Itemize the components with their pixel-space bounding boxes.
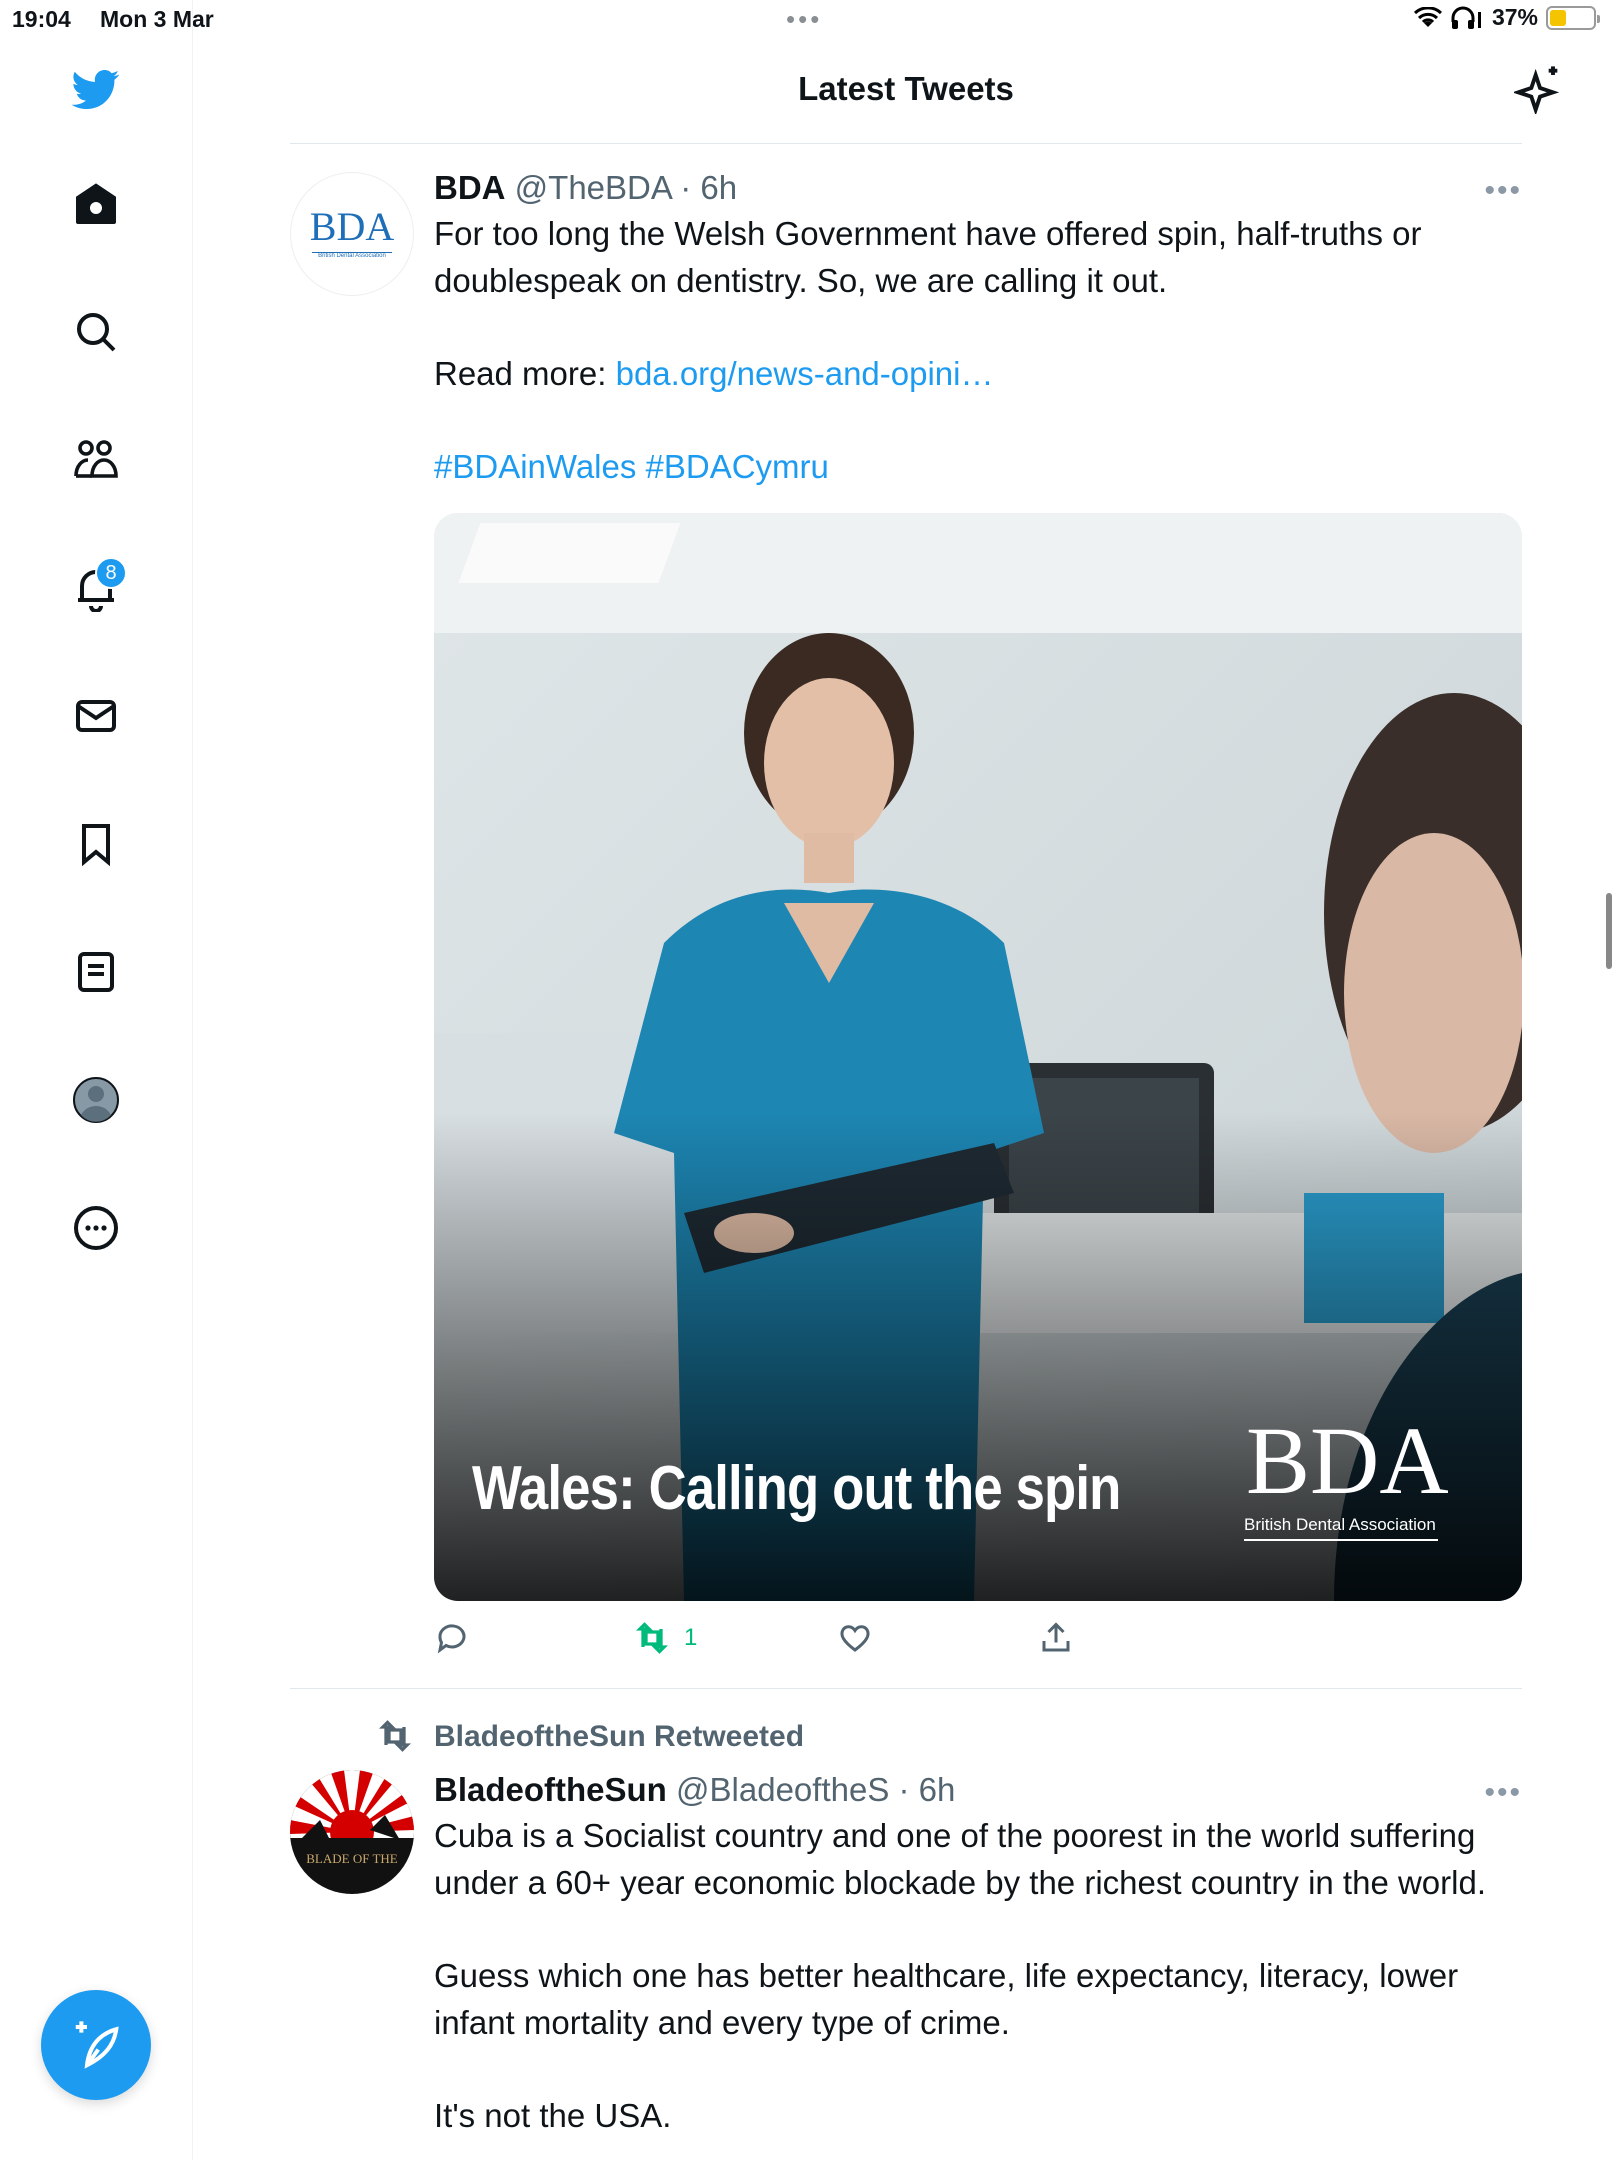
- scrollbar[interactable]: [1606, 893, 1612, 969]
- multitasking-dots-icon[interactable]: •••: [786, 4, 822, 35]
- home-icon[interactable]: [65, 173, 127, 235]
- author-name[interactable]: BladeoftheSun: [434, 1771, 667, 1808]
- tweet[interactable]: BDA British Dental Association BDA @TheB…: [290, 160, 1522, 1760]
- communities-icon[interactable]: [65, 429, 127, 491]
- tweet-time[interactable]: · 6h: [899, 1771, 956, 1808]
- tweet-text: For too long the Welsh Government have o…: [434, 215, 1422, 299]
- page-title: Latest Tweets: [798, 70, 1014, 107]
- timeline-header: Latest Tweets: [290, 40, 1560, 144]
- tweet-hashtags[interactable]: #BDAinWales #BDACymru: [434, 443, 1522, 490]
- avatar-logo-text: BDA: [309, 204, 395, 249]
- twitter-logo-icon[interactable]: [65, 58, 127, 120]
- reply-icon: [437, 1624, 466, 1654]
- headphones-icon: [1451, 6, 1481, 29]
- tweet-actions: 1: [434, 1620, 1134, 1664]
- retweet-icon: [636, 1622, 668, 1654]
- avatar-logo-subtext: British Dental Association: [312, 252, 392, 259]
- lists-icon[interactable]: [65, 941, 127, 1003]
- reply-button[interactable]: [434, 1620, 470, 1656]
- status-bar: 19:04 Mon 3 Mar ••• 37%: [0, 0, 1620, 40]
- heart-icon: [840, 1625, 870, 1652]
- tweet-image[interactable]: Wales: Calling out the spin BDA British …: [434, 513, 1522, 1601]
- bookmarks-icon[interactable]: [65, 813, 127, 875]
- search-icon[interactable]: [65, 301, 127, 363]
- retweet-count: 1: [684, 1624, 698, 1651]
- avatar-text: BLADE OF THE: [306, 1851, 398, 1866]
- tweet-meta: BDA @TheBDA · 6h: [434, 166, 1522, 210]
- battery-percentage: 37%: [1491, 4, 1538, 30]
- share-icon: [1042, 1622, 1070, 1652]
- read-more-label: Read more:: [434, 355, 616, 392]
- retweet-button[interactable]: 1: [634, 1620, 697, 1656]
- image-logo-subtext: British Dental Association: [1244, 1515, 1438, 1541]
- like-button[interactable]: [837, 1620, 873, 1656]
- sparkle-icon[interactable]: [1514, 62, 1566, 114]
- sidebar: 8: [0, 0, 193, 2160]
- author-name[interactable]: BDA: [434, 169, 506, 206]
- tweet-time[interactable]: · 6h: [680, 169, 737, 206]
- messages-icon[interactable]: [65, 685, 127, 747]
- avatar[interactable]: BDA British Dental Association: [290, 172, 414, 296]
- tweet-divider: [290, 1688, 1522, 1689]
- tweet-more-icon[interactable]: •••: [1484, 1776, 1522, 1810]
- tweet-link[interactable]: bda.org/news-and-opini…: [616, 355, 994, 392]
- more-icon[interactable]: [65, 1197, 127, 1259]
- battery-icon: [1546, 5, 1600, 30]
- retweeted-by-text: BladeoftheSun Retweeted: [434, 1720, 805, 1753]
- tweet-more-icon[interactable]: •••: [1484, 174, 1522, 208]
- share-button[interactable]: [1038, 1620, 1074, 1656]
- avatar[interactable]: BLADE OF THE: [290, 1770, 414, 1894]
- tweet-read-more: Read more: bda.org/news-and-opini…: [434, 350, 1522, 397]
- profile-icon[interactable]: [65, 1069, 127, 1131]
- author-handle[interactable]: @BladeoftheS: [676, 1771, 889, 1808]
- compose-tweet-button[interactable]: [41, 1990, 151, 2100]
- notifications-icon[interactable]: 8: [65, 557, 127, 619]
- wifi-icon: [1413, 6, 1442, 27]
- retweet-icon: [379, 1720, 411, 1752]
- tweet[interactable]: BLADE OF THE BladeoftheSun @BladeoftheS …: [290, 1770, 1522, 2160]
- image-logo: BDA: [1246, 1407, 1449, 1514]
- tweet-text-paragraph-2: Guess which one has better healthcare, l…: [434, 1957, 1459, 2041]
- tweet-text-paragraph-3: It's not the USA.: [434, 2097, 672, 2134]
- tweet-text: Cuba is a Socialist country and one of t…: [434, 1817, 1487, 1901]
- tweet-meta: BladeoftheSun @BladeoftheS · 6h: [434, 1768, 1522, 1812]
- avatar-rising-sun-image: [290, 1770, 414, 1894]
- image-caption: Wales: Calling out the spin: [472, 1454, 1121, 1523]
- author-handle[interactable]: @TheBDA: [515, 169, 671, 206]
- notification-badge: 8: [95, 557, 127, 589]
